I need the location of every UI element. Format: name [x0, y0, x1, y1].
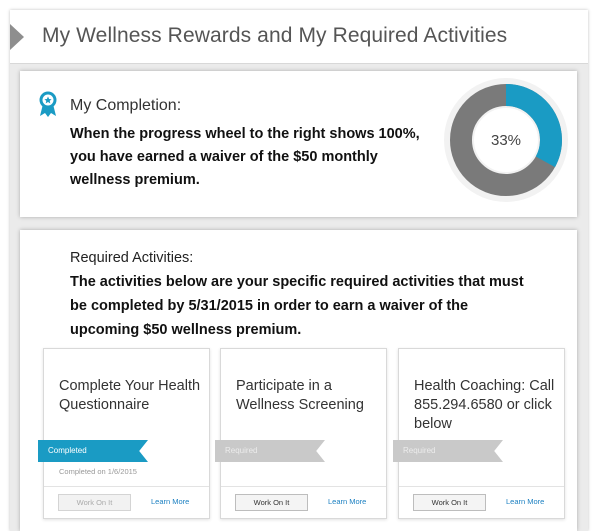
learn-more-link[interactable]: Learn More: [506, 497, 544, 506]
learn-more-link[interactable]: Learn More: [328, 497, 366, 506]
required-activities-label: Required Activities:: [70, 250, 194, 266]
card-divider: [221, 486, 386, 487]
activity-card-health-coaching: Health Coaching: Call 855.294.6580 or cl…: [393, 348, 565, 519]
status-badge-required: Required: [393, 440, 503, 462]
activity-card-title: Health Coaching: Call 855.294.6580 or cl…: [414, 378, 555, 432]
work-on-it-button[interactable]: Work On It: [413, 494, 486, 511]
work-on-it-button[interactable]: Work On It: [235, 494, 308, 511]
activity-card-title: Complete Your Health Questionnaire: [59, 378, 201, 413]
work-on-it-button[interactable]: Work On It: [58, 494, 131, 511]
completion-date: Completed on 1/6/2015: [59, 467, 137, 476]
completion-panel: My Completion: When the progress wheel t…: [20, 71, 577, 217]
page-header: My Wellness Rewards and My Required Acti…: [10, 10, 588, 64]
status-badge-completed: Completed: [38, 440, 148, 462]
required-activities-panel: Required Activities: The activities belo…: [20, 230, 577, 531]
card-divider: [399, 486, 564, 487]
completion-description: When the progress wheel to the right sho…: [70, 126, 420, 188]
status-badge-required: Required: [215, 440, 325, 462]
required-activities-description: The activities below are your specific r…: [70, 274, 524, 338]
activity-card-title: Participate in a Wellness Screening: [236, 378, 364, 413]
header-arrow-icon: [10, 24, 24, 50]
learn-more-link[interactable]: Learn More: [151, 497, 189, 506]
progress-percent-label: 33%: [490, 131, 522, 149]
activity-card-wellness-screening: Participate in a Wellness Screening Requ…: [215, 348, 387, 519]
award-ribbon-icon: [39, 91, 57, 117]
card-divider: [44, 486, 209, 487]
activity-card-health-questionnaire: Complete Your Health Questionnaire Compl…: [38, 348, 210, 519]
completion-label: My Completion:: [70, 97, 182, 114]
page-title: My Wellness Rewards and My Required Acti…: [42, 24, 508, 47]
